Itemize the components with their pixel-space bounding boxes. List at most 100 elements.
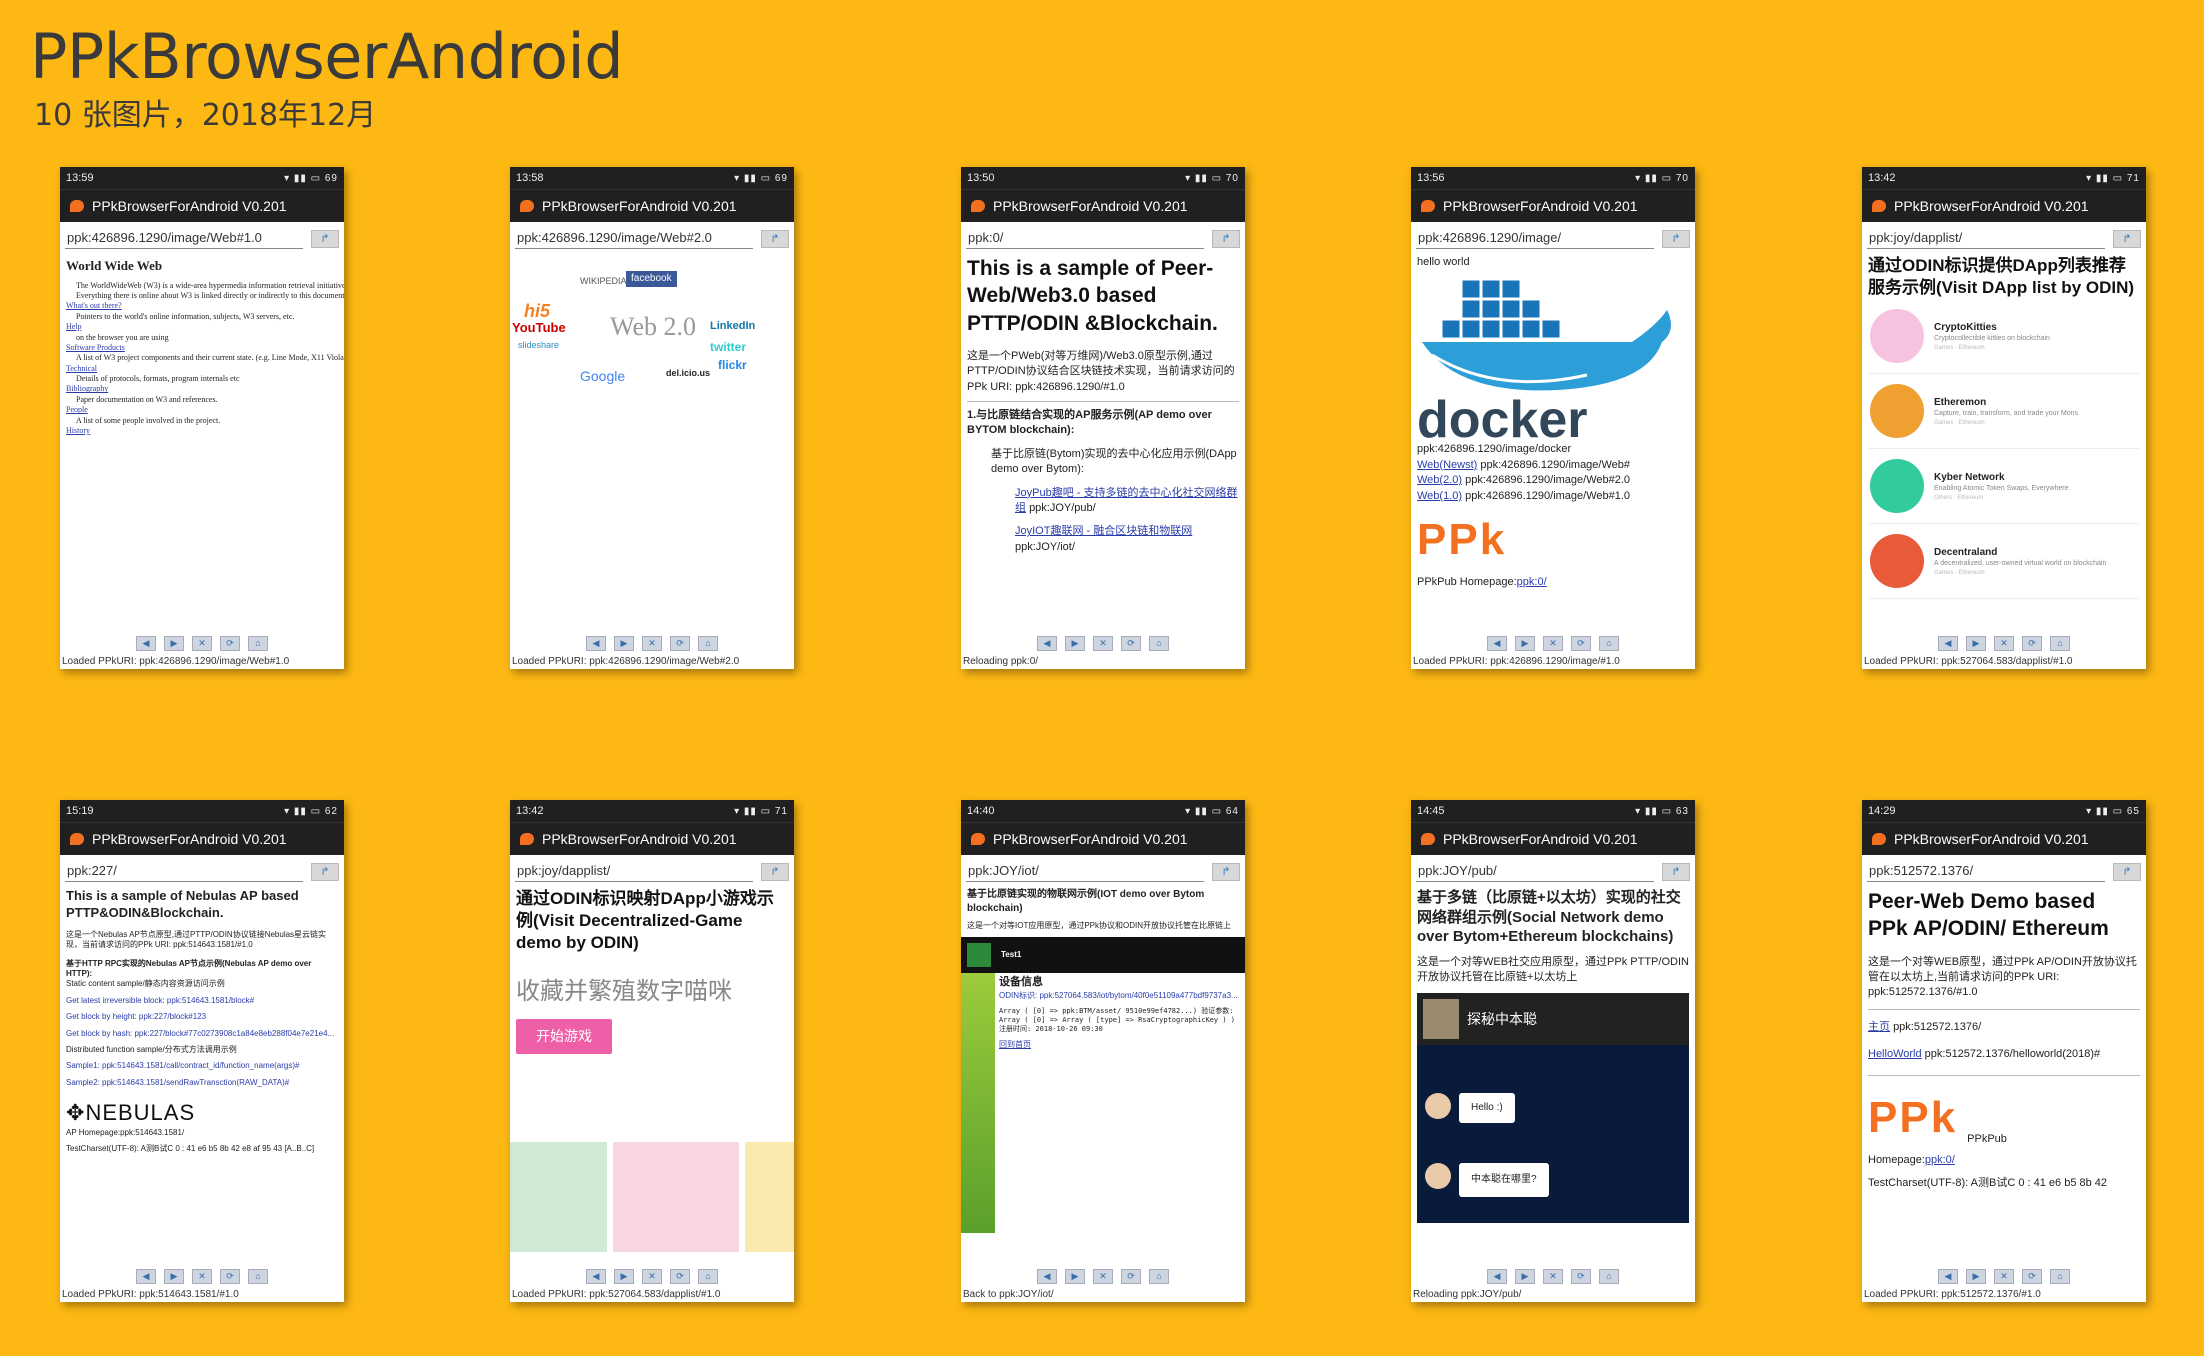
doc-link[interactable]: What's out there?: [66, 301, 338, 311]
stop-button[interactable]: ✕: [642, 636, 662, 651]
back-button[interactable]: ◀: [586, 1269, 606, 1284]
web-link[interactable]: Web(1.0): [1417, 490, 1462, 502]
joyiot-link[interactable]: JoyIOT趣联网 - 融合区块链和物联网: [1015, 525, 1192, 537]
home-button[interactable]: ⌂: [248, 1269, 268, 1284]
reload-button[interactable]: ⟳: [220, 636, 240, 651]
home-button[interactable]: ⌂: [2050, 1269, 2070, 1284]
back-button[interactable]: ◀: [1037, 1269, 1057, 1284]
back-button[interactable]: ◀: [1938, 1269, 1958, 1284]
home-button[interactable]: ⌂: [698, 1269, 718, 1284]
reload-button[interactable]: ⟳: [1121, 636, 1141, 651]
forward-button[interactable]: ▶: [164, 636, 184, 651]
forward-button[interactable]: ▶: [1515, 1269, 1535, 1284]
api-sample[interactable]: Sample2: ppk:514643.1581/sendRawTranscti…: [66, 1078, 338, 1088]
doc-link[interactable]: People: [66, 405, 338, 415]
api-sample[interactable]: Get block by hash: ppk:227/block#77c0273…: [66, 1029, 338, 1039]
url-input[interactable]: ppk:227/: [65, 861, 303, 882]
api-sample[interactable]: Get block by height: ppk:227/block#123: [66, 1012, 338, 1022]
home-button[interactable]: ⌂: [248, 636, 268, 651]
forward-button[interactable]: ▶: [1966, 636, 1986, 651]
forward-button[interactable]: ▶: [1515, 636, 1535, 651]
homepage-link[interactable]: ppk:0/: [1517, 576, 1547, 588]
url-input[interactable]: ppk:426896.1290/image/: [1416, 228, 1654, 249]
go-button[interactable]: ↱: [761, 229, 789, 248]
helloworld-link[interactable]: HelloWorld: [1868, 1048, 1922, 1060]
back-button[interactable]: ◀: [1487, 636, 1507, 651]
go-button[interactable]: ↱: [311, 862, 339, 881]
doc-link[interactable]: Help: [66, 322, 338, 332]
go-button[interactable]: ↱: [1212, 229, 1240, 248]
forward-button[interactable]: ▶: [1065, 1269, 1085, 1284]
back-button[interactable]: ◀: [1938, 636, 1958, 651]
dapp-card[interactable]: CryptoKitties Cryptocollectible kitties …: [1868, 299, 2140, 375]
kitty-card[interactable]: [613, 1142, 740, 1252]
back-button[interactable]: ◀: [586, 636, 606, 651]
home-button[interactable]: ⌂: [1149, 636, 1169, 651]
reload-button[interactable]: ⟳: [2022, 1269, 2042, 1284]
url-input[interactable]: ppk:0/: [966, 228, 1204, 249]
forward-button[interactable]: ▶: [614, 636, 634, 651]
dapp-card[interactable]: Kyber Network Enabling Atomic Token Swap…: [1868, 449, 2140, 525]
url-input[interactable]: ppk:426896.1290/image/Web#2.0: [515, 228, 753, 249]
back-home-link[interactable]: 回到首页: [999, 1040, 1241, 1050]
stop-button[interactable]: ✕: [1543, 636, 1563, 651]
go-button[interactable]: ↱: [1662, 229, 1690, 248]
reload-button[interactable]: ⟳: [220, 1269, 240, 1284]
odin-id[interactable]: ODIN标识: ppk:527064.583/iot/bytom/40f0e51…: [999, 991, 1241, 1001]
forward-button[interactable]: ▶: [1065, 636, 1085, 651]
forward-button[interactable]: ▶: [614, 1269, 634, 1284]
go-button[interactable]: ↱: [2113, 229, 2141, 248]
home-button[interactable]: ⌂: [1599, 1269, 1619, 1284]
url-input[interactable]: ppk:426896.1290/image/Web#1.0: [65, 228, 303, 249]
doc-link[interactable]: Bibliography: [66, 384, 338, 394]
go-button[interactable]: ↱: [761, 862, 789, 881]
api-sample[interactable]: Get latest irreversible block: ppk:51464…: [66, 996, 338, 1006]
reload-button[interactable]: ⟳: [2022, 636, 2042, 651]
home-button[interactable]: ⌂: [1599, 636, 1619, 651]
dapp-card[interactable]: Etheremon Capture, train, transform, and…: [1868, 374, 2140, 450]
doc-link[interactable]: History: [66, 426, 338, 436]
home-button[interactable]: ⌂: [1149, 1269, 1169, 1284]
go-button[interactable]: ↱: [2113, 862, 2141, 881]
doc-link[interactable]: Software Products: [66, 343, 338, 353]
url-input[interactable]: ppk:joy/dapplist/: [1867, 228, 2105, 249]
back-button[interactable]: ◀: [1487, 1269, 1507, 1284]
reload-button[interactable]: ⟳: [670, 1269, 690, 1284]
dapp-card[interactable]: Decentraland A decentralized, user-owned…: [1868, 524, 2140, 600]
forward-button[interactable]: ▶: [164, 1269, 184, 1284]
home-button[interactable]: ⌂: [698, 636, 718, 651]
reload-button[interactable]: ⟳: [1571, 1269, 1591, 1284]
stop-button[interactable]: ✕: [1994, 1269, 2014, 1284]
stop-button[interactable]: ✕: [1994, 636, 2014, 651]
stop-button[interactable]: ✕: [192, 636, 212, 651]
go-button[interactable]: ↱: [1212, 862, 1240, 881]
back-button[interactable]: ◀: [1037, 636, 1057, 651]
web-link[interactable]: Web(Newst): [1417, 459, 1477, 471]
api-sample[interactable]: Sample1: ppk:514643.1581/call/contract_i…: [66, 1061, 338, 1071]
stop-button[interactable]: ✕: [1093, 1269, 1113, 1284]
doc-link[interactable]: Technical: [66, 364, 338, 374]
stop-button[interactable]: ✕: [1543, 1269, 1563, 1284]
kitty-card[interactable]: [510, 1142, 608, 1252]
forward-button[interactable]: ▶: [1966, 1269, 1986, 1284]
homepage-link[interactable]: ppk:0/: [1925, 1154, 1955, 1166]
stop-button[interactable]: ✕: [642, 1269, 662, 1284]
reload-button[interactable]: ⟳: [1571, 636, 1591, 651]
go-button[interactable]: ↱: [311, 229, 339, 248]
url-input[interactable]: ppk:JOY/pub/: [1416, 861, 1654, 882]
stop-button[interactable]: ✕: [1093, 636, 1113, 651]
url-input[interactable]: ppk:JOY/iot/: [966, 861, 1204, 882]
home-link[interactable]: 主页: [1868, 1021, 1890, 1033]
web-link[interactable]: Web(2.0): [1417, 474, 1462, 486]
back-button[interactable]: ◀: [136, 636, 156, 651]
stop-button[interactable]: ✕: [192, 1269, 212, 1284]
start-game-button[interactable]: 开始游戏: [516, 1018, 612, 1054]
back-button[interactable]: ◀: [136, 1269, 156, 1284]
kitty-card[interactable]: [745, 1142, 794, 1252]
url-input[interactable]: ppk:512572.1376/: [1867, 861, 2105, 882]
url-input[interactable]: ppk:joy/dapplist/: [515, 861, 753, 882]
go-button[interactable]: ↱: [1662, 862, 1690, 881]
home-button[interactable]: ⌂: [2050, 636, 2070, 651]
reload-button[interactable]: ⟳: [1121, 1269, 1141, 1284]
reload-button[interactable]: ⟳: [670, 636, 690, 651]
